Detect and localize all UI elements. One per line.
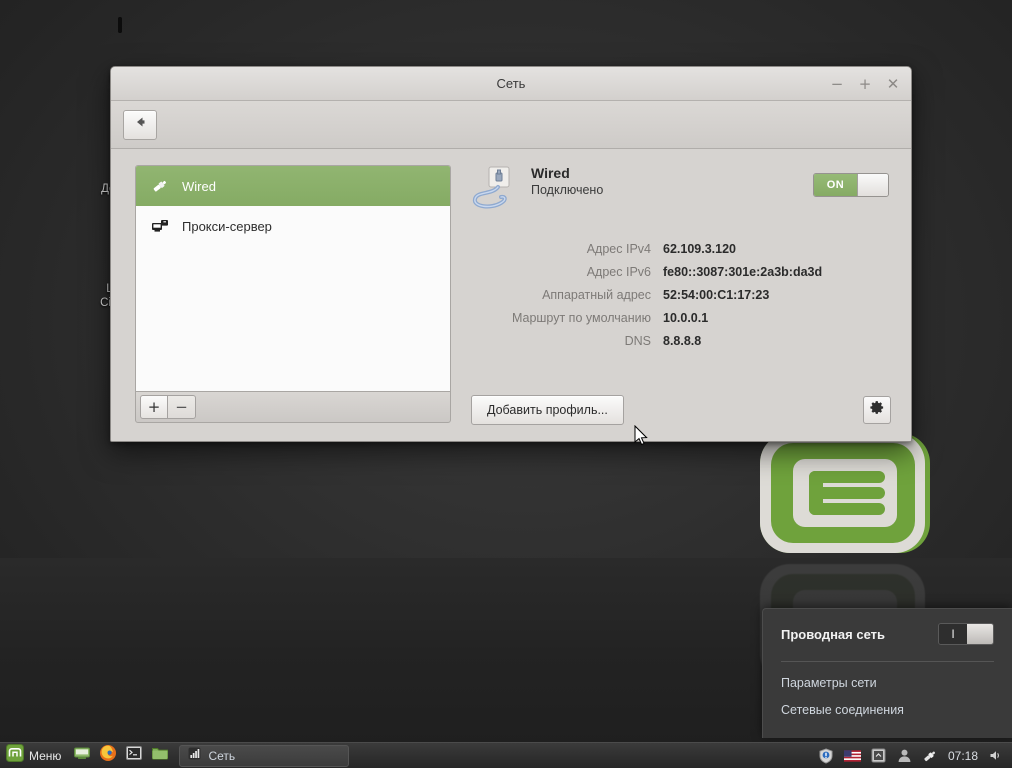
system-tray: 07:18: [818, 743, 1012, 768]
folder-icon: [151, 744, 169, 767]
window-titlebar: Сеть − + ✕: [111, 67, 911, 101]
launcher-terminal[interactable]: [121, 743, 147, 768]
connection-header: Wired Подключено ON: [471, 165, 891, 216]
us-flag-icon[interactable]: [843, 747, 861, 764]
window-body: Wired Прокси-сервер + − Wired Подключено…: [111, 149, 911, 441]
detail-row-ipv6: Адрес IPv6 fe80::3087:301e:2a3b:da3d: [471, 265, 891, 279]
minimize-button[interactable]: −: [829, 76, 845, 92]
sidebar-item-wired[interactable]: Wired: [136, 166, 450, 206]
shield-icon[interactable]: [818, 747, 835, 764]
user-icon[interactable]: [896, 747, 913, 764]
network-applet-popup: Проводная сеть I Параметры сети Сетевые …: [762, 608, 1012, 738]
close-button[interactable]: ✕: [885, 76, 901, 92]
popup-header-row: Проводная сеть I: [781, 623, 994, 645]
remove-connection-button[interactable]: −: [168, 395, 196, 419]
arrow-left-icon: [133, 115, 147, 134]
gear-icon: [869, 400, 885, 420]
network-plug-icon[interactable]: [922, 747, 939, 764]
mint-menu-icon: [6, 744, 24, 767]
detail-label-ipv4: Адрес IPv4: [586, 242, 651, 256]
window-title: Сеть: [496, 76, 526, 91]
connections-list: Wired Прокси-сервер: [135, 165, 451, 391]
popup-network-toggle[interactable]: I: [938, 623, 994, 645]
detail-label-gateway: Маршрут по умолчанию: [511, 311, 651, 325]
speaker-icon[interactable]: [987, 747, 1004, 764]
detail-value-gateway: 10.0.0.1: [663, 311, 709, 325]
proxy-server-icon: [150, 216, 170, 236]
taskbar: Меню Сеть 07:18: [0, 742, 1012, 768]
connection-details-list: Адрес IPv4 62.109.3.120 Адрес IPv6 fe80:…: [471, 242, 891, 357]
detail-row-hwaddr: Аппаратный адрес 52:54:00:C1:17:23: [471, 288, 891, 302]
menu-button-label: Меню: [29, 748, 62, 763]
wired-plug-icon: [150, 176, 170, 196]
connection-settings-button[interactable]: [863, 396, 891, 424]
detail-label-hwaddr: Аппаратный адрес: [542, 288, 651, 302]
taskbar-window-button-network[interactable]: Сеть: [179, 744, 350, 767]
computer-icon: [74, 17, 166, 68]
connection-details-pane: Wired Подключено ON Адрес IPv4 62.109.3.…: [471, 165, 891, 425]
popup-link-network-connections[interactable]: Сетевые соединения: [781, 703, 994, 717]
back-button[interactable]: [123, 109, 157, 140]
network-signal-icon: [187, 746, 202, 766]
connection-name: Wired: [531, 165, 570, 181]
details-footer: Добавить профиль...: [471, 395, 891, 425]
detail-value-hwaddr: 52:54:00:C1:17:23: [663, 288, 770, 302]
monitor-icon: [73, 744, 91, 767]
detail-row-gateway: Маршрут по умолчанию 10.0.0.1: [471, 311, 891, 325]
connection-status: Подключено: [531, 183, 604, 197]
sidebar-item-proxy[interactable]: Прокси-сервер: [136, 206, 450, 246]
detail-label-dns: DNS: [624, 334, 651, 348]
detail-row-dns: DNS 8.8.8.8: [471, 334, 891, 348]
connection-toggle-label: ON: [814, 174, 857, 196]
desktop: Ком Домаш Linux Cinnam Сеть − + ✕: [0, 0, 1012, 768]
detail-row-ipv4: Адрес IPv4 62.109.3.120: [471, 242, 891, 256]
connections-list-toolbar: + −: [135, 391, 451, 423]
maximize-button[interactable]: +: [857, 76, 873, 92]
detail-value-ipv6: fe80::3087:301e:2a3b:da3d: [663, 265, 823, 279]
popup-link-network-settings[interactable]: Параметры сети: [781, 676, 994, 690]
launcher-show-desktop[interactable]: [69, 743, 95, 768]
detail-value-ipv4: 62.109.3.120: [663, 242, 736, 256]
screenshot-icon[interactable]: [870, 747, 887, 764]
terminal-icon: [125, 744, 143, 767]
popup-toggle-label: I: [939, 624, 967, 644]
menu-button[interactable]: Меню: [0, 743, 69, 768]
ethernet-cable-icon: [471, 165, 519, 216]
taskbar-window-button-label: Сеть: [208, 748, 236, 763]
connection-toggle-knob: [857, 174, 888, 196]
clock[interactable]: 07:18: [948, 749, 978, 763]
taskbar-left: Меню Сеть: [0, 743, 350, 768]
popup-toggle-knob: [967, 624, 993, 644]
launcher-firefox[interactable]: [95, 743, 121, 768]
sidebar-item-proxy-label: Прокси-сервер: [182, 218, 272, 234]
window-toolbar: [111, 101, 911, 149]
window-controls: − + ✕: [829, 67, 901, 101]
detail-label-ipv6: Адрес IPv6: [586, 265, 651, 279]
add-connection-button[interactable]: +: [140, 395, 168, 419]
mint-logo-wallpaper: [735, 425, 935, 560]
detail-value-dns: 8.8.8.8: [663, 334, 702, 348]
network-settings-window: Сеть − + ✕ Wired Прокси-сервер + − Wired…: [110, 66, 912, 442]
firefox-icon: [99, 744, 117, 767]
launcher-files[interactable]: [147, 743, 173, 768]
connections-pane: Wired Прокси-сервер + −: [135, 165, 451, 423]
popup-title: Проводная сеть: [781, 626, 885, 642]
popup-separator: [781, 661, 994, 662]
sidebar-item-wired-label: Wired: [182, 178, 216, 194]
add-profile-button[interactable]: Добавить профиль...: [471, 395, 624, 425]
connection-toggle[interactable]: ON: [813, 173, 889, 197]
